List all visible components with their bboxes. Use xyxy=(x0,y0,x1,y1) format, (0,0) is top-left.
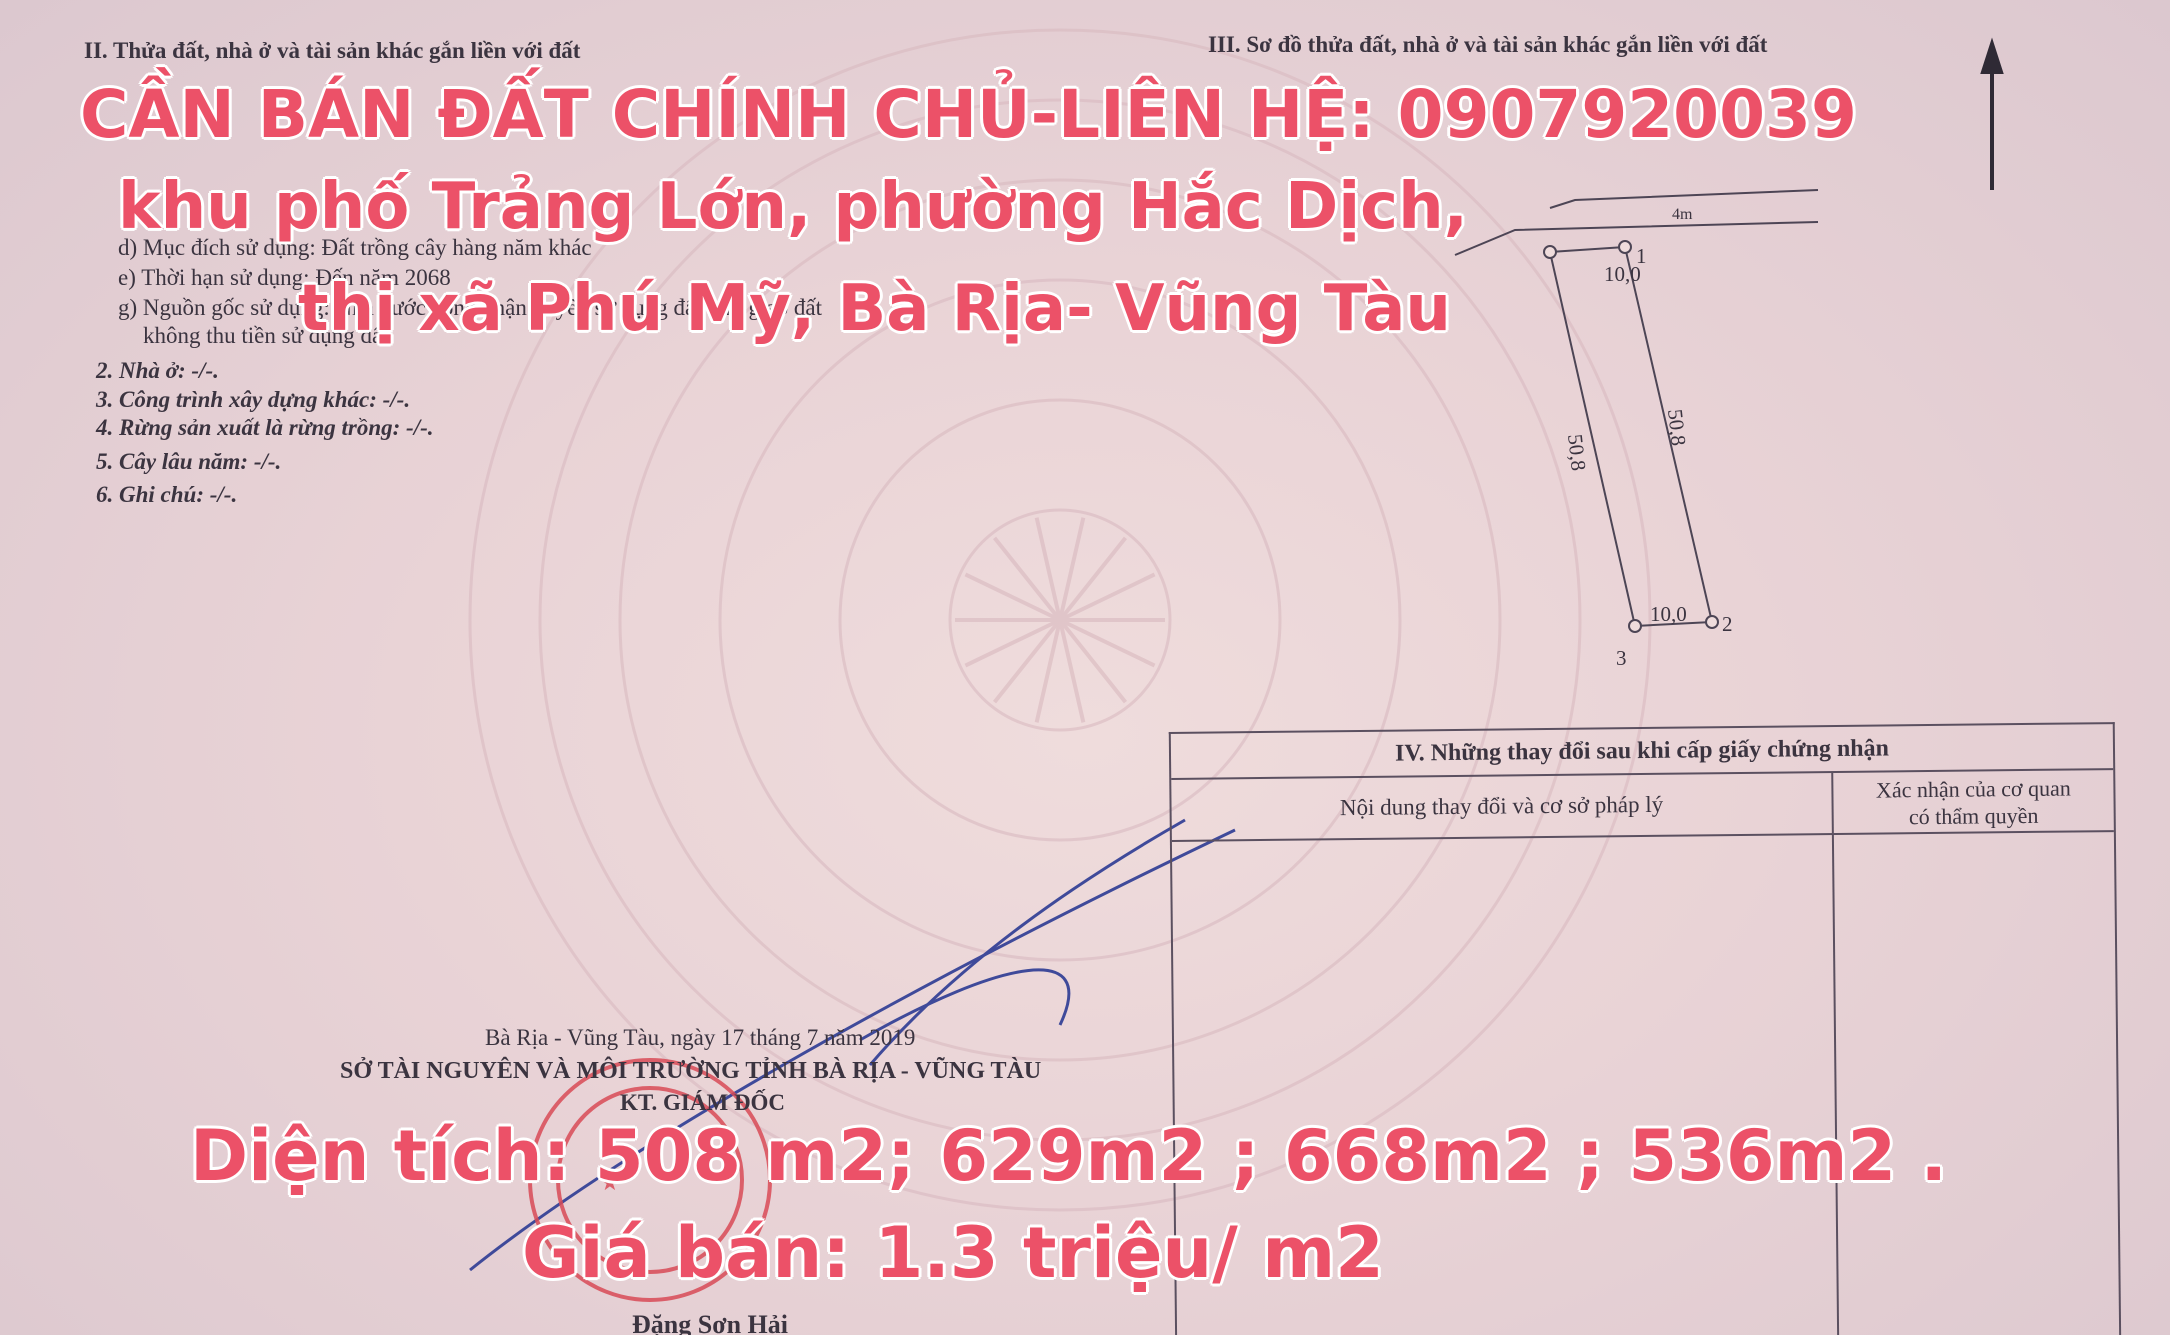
changes-column-content: Nội dung thay đổi và cơ sở pháp lý xyxy=(1171,773,1834,840)
edge-left-label: 50,8 xyxy=(1563,432,1591,472)
ad-area-line: Diện tích: 508 m2; 629m2 ; 668m2 ; 536m2… xyxy=(190,1115,1948,1197)
section-2-title: II. Thửa đất, nhà ở và tài sản khác gắn … xyxy=(84,38,581,63)
seal-ray xyxy=(1059,572,1156,622)
item-perennial: 5. Cây lâu năm: -/-. xyxy=(96,449,282,474)
edge-bottom-label: 10,0 xyxy=(1650,602,1687,626)
date-line: Bà Rịa - Vũng Tàu, ngày 17 tháng 7 năm 2… xyxy=(485,1025,916,1050)
section-3-title: III. Sơ đồ thửa đất, nhà ở và tài sản kh… xyxy=(1208,32,1768,57)
item-house: 2. Nhà ở: -/-. xyxy=(96,358,219,383)
point-1-label: 1 xyxy=(1636,244,1647,268)
item-note: 6. Ghi chú: -/-. xyxy=(96,482,238,507)
seal-ray xyxy=(1059,618,1156,668)
seal-ray xyxy=(964,572,1061,622)
item-other-construction: 3. Công trình xây dựng khác: -/-. xyxy=(96,387,411,412)
item-forest: 4. Rừng sản xuất là rừng trồng: -/-. xyxy=(96,415,434,440)
ad-headline: CẦN BÁN ĐẤT CHÍNH CHỦ-LIÊN HỆ: 090792003… xyxy=(80,76,1857,153)
ad-address-line-1: khu phố Trảng Lớn, phường Hắc Dịch, xyxy=(118,170,1468,244)
point-3-label: 3 xyxy=(1616,646,1627,670)
role-line: KT. GIÁM ĐỐC xyxy=(620,1090,786,1115)
edge-right-label: 50,8 xyxy=(1663,407,1691,447)
north-arrow xyxy=(1980,37,2004,190)
confirmation-line-2: có thẩm quyền xyxy=(1908,802,2039,830)
ad-price-line: Giá bán: 1.3 triệu/ m2 xyxy=(522,1212,1384,1294)
land-certificate-photo: ★ II. Thửa đất, nhà ở và tài sản khác gắ… xyxy=(0,0,2170,1335)
changes-column-confirmation: Xác nhận của cơ quan có thẩm quyền xyxy=(1833,770,2114,833)
point-2-label: 2 xyxy=(1722,612,1733,636)
seal-ray xyxy=(964,618,1061,668)
ad-address-line-2: thị xã Phú Mỹ, Bà Rịa- Vũng Tàu xyxy=(298,272,1451,346)
confirmation-line-1: Xác nhận của cơ quan xyxy=(1875,775,2071,803)
road-label: 4m xyxy=(1672,206,1693,223)
signer-name: Đặng Sơn Hải xyxy=(632,1310,788,1335)
issuer: SỞ TÀI NGUYÊN VÀ MÔI TRƯỜNG TỈNH BÀ RỊA … xyxy=(340,1058,1042,1084)
